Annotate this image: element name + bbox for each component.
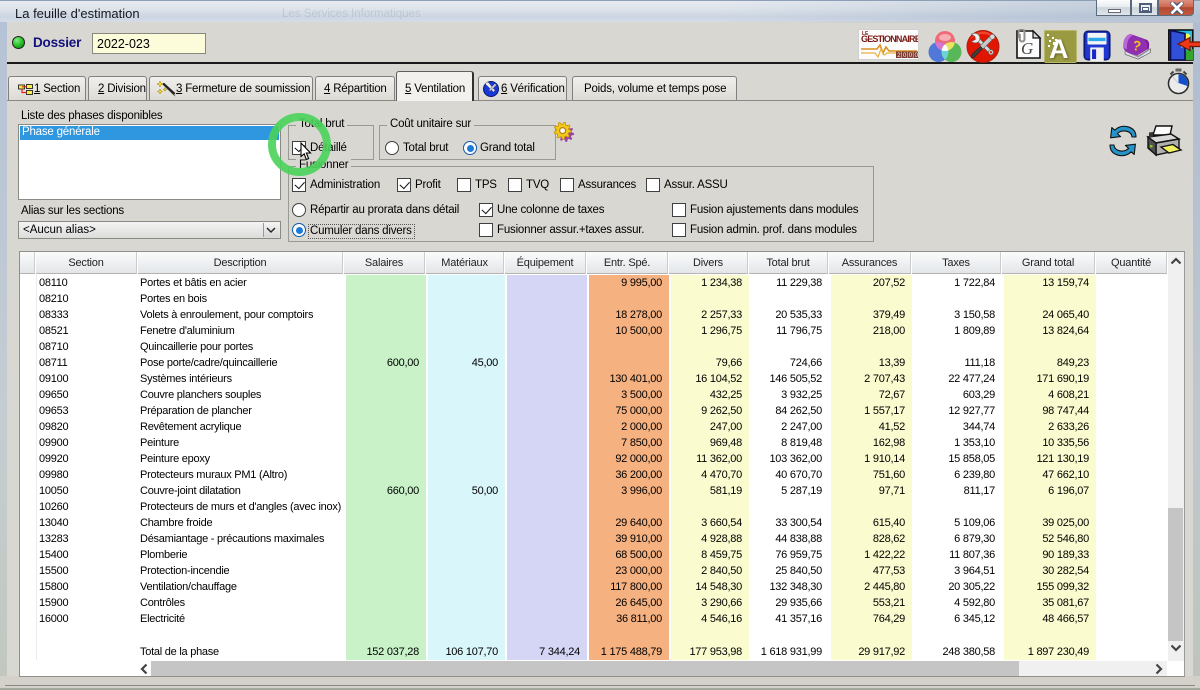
svg-text:0: 0: [915, 53, 919, 59]
svg-text:A: A: [1049, 34, 1069, 63]
